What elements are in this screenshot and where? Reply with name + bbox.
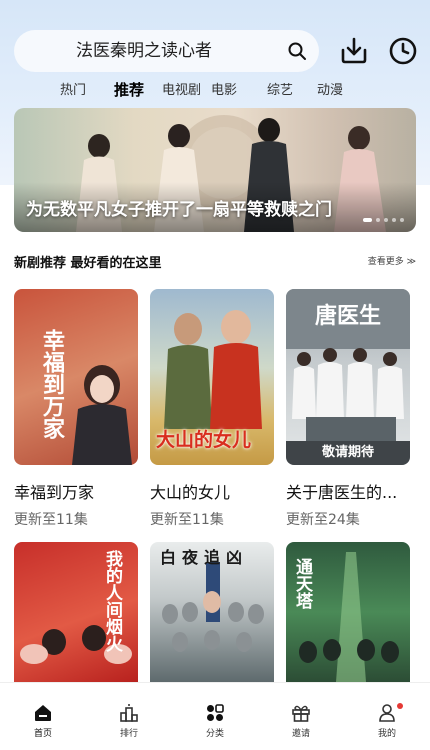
featured-banner[interactable]: 为无数平凡女子推开了一扇平等救赎之门 (14, 108, 416, 232)
pagination-dot[interactable] (363, 218, 372, 222)
tab-anime[interactable]: 动漫 (317, 80, 343, 102)
poster-title-text: 我的人间烟火 (102, 550, 122, 652)
ranking-icon (120, 704, 138, 722)
tab-hot[interactable]: 热门 (60, 80, 114, 102)
profile-icon (379, 704, 395, 722)
download-icon[interactable] (339, 36, 369, 66)
tab-recommended[interactable]: 推荐 (114, 79, 162, 101)
pagination-dot[interactable] (384, 218, 388, 222)
show-title: 关于唐医生的... (286, 483, 398, 502)
tab-movies[interactable]: 电影 (211, 80, 267, 102)
nav-item-profile[interactable]: 我的 (344, 683, 430, 750)
show-card[interactable]: 大山的女儿 大山的女儿 更新至11集 (150, 289, 274, 529)
show-poster[interactable]: 我的人间烟火 (14, 542, 138, 682)
nav-label: 邀请 (291, 729, 310, 739)
show-episode-status: 更新至24集 (286, 512, 360, 528)
gift-icon (292, 705, 310, 722)
show-poster[interactable]: 通天塔 (286, 542, 410, 682)
category-tabs: 热门 推荐 电视剧 电影 综艺 动漫 (60, 80, 343, 102)
notification-badge (397, 703, 403, 709)
show-title: 幸福到万家 (14, 483, 95, 502)
tab-tv-series[interactable]: 电视剧 (162, 80, 211, 102)
poster-artwork: 唐医生 (286, 289, 410, 447)
banner-title: 为无数平凡女子推开了一扇平等救赎之门 (26, 200, 332, 220)
poster-title-text: 白夜追凶 (160, 548, 249, 567)
show-card[interactable]: 通天塔 (286, 542, 410, 682)
svg-text:唐医生: 唐医生 (315, 303, 381, 329)
search-icon[interactable] (287, 41, 307, 61)
tab-variety[interactable]: 综艺 (267, 80, 317, 102)
poster-title-text: 幸福到万家 (39, 329, 64, 439)
show-poster[interactable]: 唐医生 敬请期待 (286, 289, 410, 465)
show-poster[interactable]: 幸福到万家 (14, 289, 138, 465)
history-clock-icon[interactable] (388, 36, 418, 66)
nav-label: 排行 (119, 729, 138, 739)
pagination-dot[interactable] (392, 218, 396, 222)
show-episode-status: 更新至11集 (14, 512, 88, 528)
poster-title-text: 大山的女儿 (156, 429, 252, 451)
show-episode-status: 更新至11集 (150, 512, 224, 528)
show-poster[interactable]: 大山的女儿 (150, 289, 274, 465)
show-card[interactable]: 我的人间烟火 (14, 542, 138, 682)
pagination-dot[interactable] (400, 218, 404, 222)
section-title: 新剧推荐 最好看的在这里 (14, 256, 162, 271)
show-poster[interactable]: 白夜追凶 (150, 542, 274, 682)
home-icon (35, 705, 51, 721)
nav-label: 我的 (377, 729, 396, 739)
search-box[interactable]: 法医秦明之读心者 (14, 30, 319, 72)
search-query[interactable]: 法医秦明之读心者 (14, 30, 274, 72)
coming-soon-label: 敬请期待 (286, 441, 410, 465)
banner-pagination (359, 218, 404, 222)
show-title: 大山的女儿 (150, 483, 231, 502)
nav-item-home[interactable]: 首页 (0, 683, 86, 750)
category-icon (207, 704, 224, 721)
nav-label: 首页 (33, 729, 52, 739)
pagination-dot[interactable] (376, 218, 380, 222)
show-card[interactable]: 幸福到万家 幸福到万家 更新至11集 (14, 289, 138, 529)
poster-title-text: 通天塔 (292, 558, 312, 609)
nav-item-ranking[interactable]: 排行 (86, 683, 172, 750)
show-card[interactable]: 唐医生 敬请期待 关于唐医生的... 更新至24集 (286, 289, 410, 529)
nav-label: 分类 (205, 729, 224, 739)
see-more-link[interactable]: 查看更多 ≫ (368, 254, 416, 267)
nav-item-category[interactable]: 分类 (172, 683, 258, 750)
nav-item-invite[interactable]: 邀请 (258, 683, 344, 750)
bottom-navigation: 首页 排行 分类 邀请 我的 (0, 682, 430, 750)
show-card[interactable]: 白夜追凶 (150, 542, 274, 682)
search-row: 法医秦明之读心者 (0, 28, 430, 76)
